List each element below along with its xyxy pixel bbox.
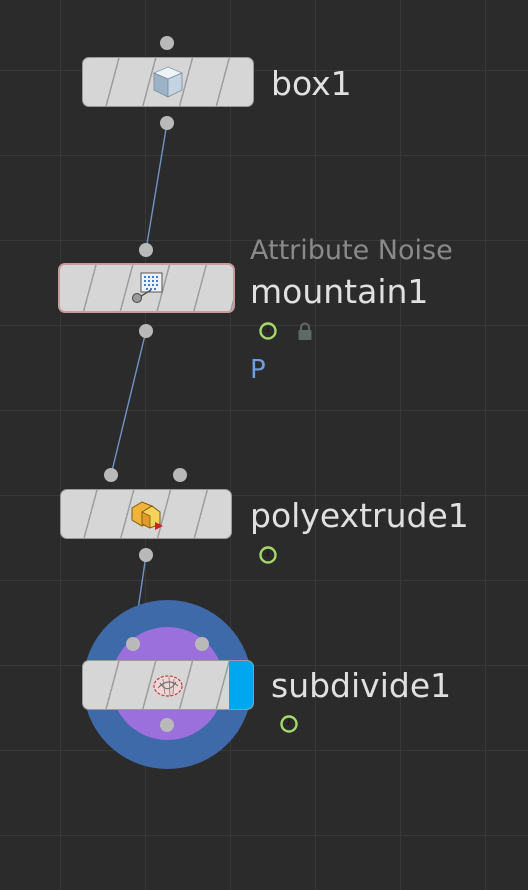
node-label-box1: box1 (271, 64, 352, 103)
polyextrude1-output-port[interactable] (139, 548, 153, 562)
lock-icon (295, 321, 315, 341)
wire-box1-mountain1[interactable] (145, 122, 168, 251)
node-label-subdivide1: subdivide1 (271, 666, 452, 705)
mountain1-output-port[interactable] (139, 324, 153, 338)
node-label-polyextrude1: polyextrude1 (250, 496, 469, 535)
wires-layer (110, 122, 168, 645)
time-dependent-icon (279, 714, 299, 734)
mountain1-input-port[interactable] (139, 243, 153, 257)
attribute-label-mountain1: P (250, 355, 266, 385)
node-polyextrude1[interactable] (60, 489, 232, 539)
cube-icon (150, 64, 186, 100)
node-type-label-mountain1: Attribute Noise (250, 235, 453, 266)
subdivide1-input-port-1[interactable] (126, 637, 140, 651)
polyextrude1-input-port-2[interactable] (173, 468, 187, 482)
node-box1[interactable] (82, 57, 254, 107)
wire-mountain1-polyextrude1[interactable] (110, 330, 147, 476)
polyextrude1-input-port-1[interactable] (104, 468, 118, 482)
box1-input-port[interactable] (160, 36, 174, 50)
node-mountain1[interactable] (58, 263, 235, 313)
node-subdivide1[interactable] (82, 660, 254, 710)
subdivide-icon (150, 667, 186, 703)
noise-icon (129, 270, 165, 306)
node-label-mountain1: mountain1 (250, 272, 429, 311)
box1-output-port[interactable] (160, 116, 174, 130)
display-flag[interactable] (229, 661, 253, 709)
subdivide1-input-port-2[interactable] (195, 637, 209, 651)
subdivide1-output-port[interactable] (160, 718, 174, 732)
polyextrude-icon (128, 496, 164, 532)
time-dependent-icon (258, 545, 278, 565)
time-dependent-icon (258, 321, 278, 341)
